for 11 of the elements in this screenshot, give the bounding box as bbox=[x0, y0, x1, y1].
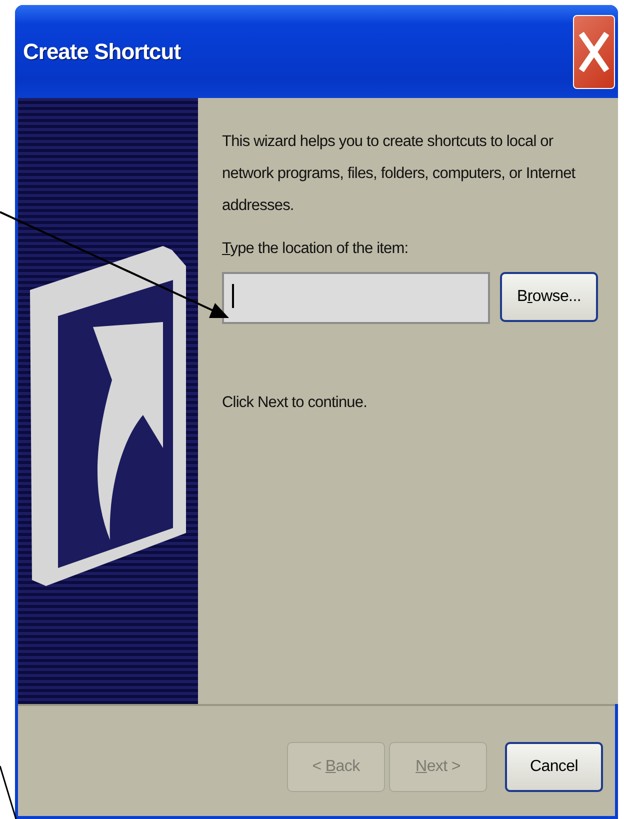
close-icon bbox=[579, 32, 609, 72]
close-button[interactable] bbox=[573, 14, 615, 88]
wizard-button[interactable]: Cancel bbox=[505, 742, 603, 792]
intro-text: This wizard helps you to create shortcuts to local or network programs, files, folders, computers, or Internet addresses. bbox=[222, 132, 576, 216]
hint-text: Click Next to continue. bbox=[222, 394, 368, 412]
location-label: Type the location of the item: bbox=[222, 240, 408, 258]
shortcut-arrow-icon bbox=[28, 244, 188, 588]
leader-line bbox=[0, 766, 17, 819]
window-title: Create Shortcut bbox=[23, 38, 181, 64]
browse-button[interactable]: Browse... bbox=[500, 272, 598, 322]
location-input-field[interactable] bbox=[222, 272, 490, 324]
